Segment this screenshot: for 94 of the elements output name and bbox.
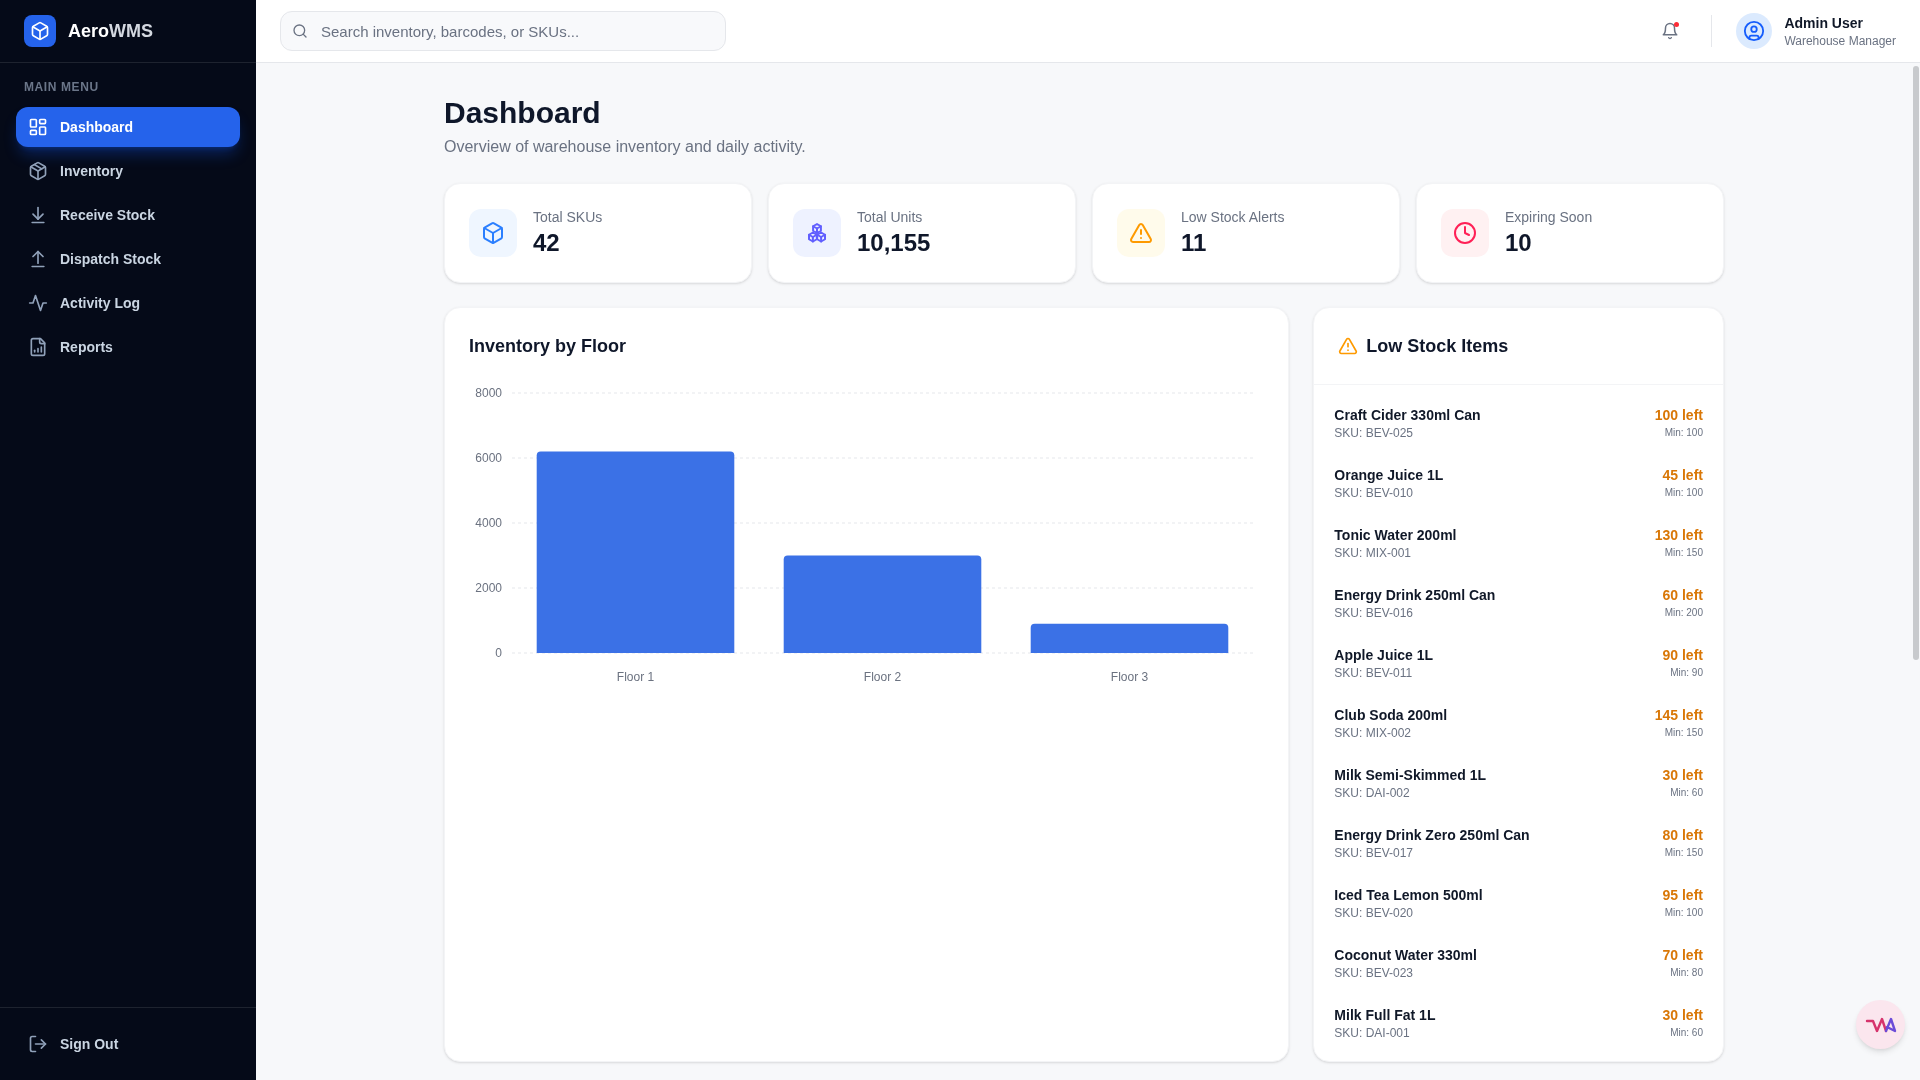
min-stock: Min: 100: [1664, 426, 1703, 440]
min-stock: Min: 150: [1664, 546, 1703, 560]
clock-icon: [1441, 209, 1489, 257]
min-stock: Min: 150: [1664, 846, 1703, 860]
product-name: Tonic Water 200ml: [1334, 526, 1457, 545]
user-avatar-icon: [1736, 13, 1773, 49]
stock-left: 95 left: [1662, 886, 1703, 905]
sku-text: SKU: MIX-001: [1334, 545, 1413, 561]
box-icon: [469, 209, 517, 257]
stat-value: 10: [1505, 228, 1533, 258]
sku-text: SKU: BEV-023: [1334, 965, 1415, 981]
x-axis-label: Floor 2: [863, 670, 902, 684]
sku-text: SKU: BEV-017: [1334, 845, 1415, 861]
sku-text: SKU: DAI-002: [1334, 785, 1411, 801]
y-axis-label: 4000: [475, 516, 502, 530]
product-name: Energy Drink 250ml Can: [1334, 586, 1496, 605]
stat-value: 11: [1181, 228, 1208, 258]
sku-text: SKU: BEV-016: [1334, 605, 1415, 621]
min-stock: Min: 200: [1664, 606, 1703, 620]
stock-left: 45 left: [1662, 466, 1703, 485]
stacked-cubes-icon: [793, 209, 841, 257]
warning-icon: [1338, 336, 1359, 356]
product-name: Craft Cider 330ml Can: [1334, 406, 1481, 425]
sku-text: SKU: BEV-025: [1334, 425, 1415, 441]
chart-title: Inventory by Floor: [469, 335, 628, 358]
nav-item[interactable]: Dispatch Stock: [16, 239, 240, 279]
stock-left: 80 left: [1662, 826, 1703, 845]
product-name: Coconut Water 330ml: [1334, 946, 1477, 965]
product-name: Orange Juice 1L: [1334, 466, 1444, 485]
min-stock: Min: 100: [1664, 906, 1703, 920]
stock-left: 90 left: [1662, 646, 1703, 665]
product-name: Club Soda 200ml: [1334, 706, 1448, 725]
x-axis-label: Floor 1: [616, 670, 655, 684]
user-name: Admin User: [1784, 14, 1864, 33]
y-axis-label: 0: [495, 646, 502, 660]
pulse-line-icon: [28, 293, 48, 313]
floating-action-button[interactable]: [1856, 1000, 1905, 1049]
sku-text: SKU: DAI-001: [1334, 1025, 1411, 1041]
app-name: AeroWMS: [68, 20, 153, 43]
y-axis-label: 8000: [475, 386, 502, 400]
page-title: Dashboard: [444, 95, 602, 131]
bell-icon: [1661, 22, 1680, 40]
product-name: Iced Tea Lemon 500ml: [1334, 886, 1483, 905]
sku-text: SKU: MIX-002: [1334, 725, 1413, 741]
sign-out-icon: [28, 1034, 48, 1054]
sku-text: SKU: BEV-010: [1334, 485, 1415, 501]
min-stock: Min: 150: [1664, 726, 1703, 740]
arrow-up-from-line-icon: [28, 249, 48, 269]
y-axis-label: 2000: [475, 581, 502, 595]
min-stock: Min: 60: [1670, 786, 1703, 800]
nav-item[interactable]: Receive Stock: [16, 195, 240, 235]
nav-item[interactable]: Dashboard: [16, 107, 240, 147]
logo-box-icon: [24, 15, 56, 47]
box-icon: [28, 161, 48, 181]
product-name: Milk Semi-Skimmed 1L: [1334, 766, 1487, 785]
nav-item[interactable]: Reports: [16, 327, 240, 367]
stat-label: Total Units: [857, 208, 924, 227]
nav-item[interactable]: Inventory: [16, 151, 240, 191]
scrollbar-thumb[interactable]: [1913, 66, 1919, 660]
min-stock: Min: 90: [1670, 666, 1703, 680]
stock-left: 130 left: [1654, 526, 1703, 545]
y-axis-label: 6000: [475, 451, 502, 465]
sign-out-button[interactable]: Sign Out: [16, 1024, 240, 1064]
min-stock: Min: 100: [1664, 486, 1703, 500]
product-name: Apple Juice 1L: [1334, 646, 1434, 665]
page-subtitle: Overview of warehouse inventory and daily activity.: [444, 137, 807, 157]
stock-left: 100 left: [1654, 406, 1703, 425]
grid-icon: [28, 117, 48, 137]
sku-text: SKU: BEV-011: [1334, 665, 1414, 681]
warning-icon: [1117, 209, 1165, 257]
search-field[interactable]: Search inventory, barcodes, or SKUs...: [280, 11, 726, 51]
arrow-down-to-line-icon: [28, 205, 48, 225]
stock-left: 30 left: [1662, 1006, 1703, 1025]
stat-label: Total SKUs: [533, 208, 603, 227]
search-icon: [292, 23, 308, 39]
user-role: Warehouse Manager: [1784, 33, 1896, 49]
stock-left: 60 left: [1662, 586, 1703, 605]
x-axis-label: Floor 3: [1110, 670, 1149, 684]
stat-label: Low Stock Alerts: [1181, 208, 1285, 227]
sku-text: SKU: BEV-020: [1334, 905, 1415, 921]
product-name: Energy Drink Zero 250ml Can: [1334, 826, 1530, 845]
stock-left: 30 left: [1662, 766, 1703, 785]
bar-chart-file-icon: [28, 337, 48, 357]
stat-value: 10,155: [857, 228, 931, 258]
min-stock: Min: 60: [1670, 1026, 1703, 1040]
product-name: Milk Full Fat 1L: [1334, 1006, 1436, 1025]
nav-item[interactable]: Activity Log: [16, 283, 240, 323]
stock-left: 145 left: [1654, 706, 1703, 725]
min-stock: Min: 80: [1670, 966, 1703, 980]
section-label: MAIN MENU: [23, 79, 100, 95]
card-title: Low Stock Items: [1366, 335, 1509, 358]
stat-value: 42: [533, 228, 561, 258]
stock-left: 70 left: [1662, 946, 1703, 965]
stat-label: Expiring Soon: [1505, 208, 1593, 227]
